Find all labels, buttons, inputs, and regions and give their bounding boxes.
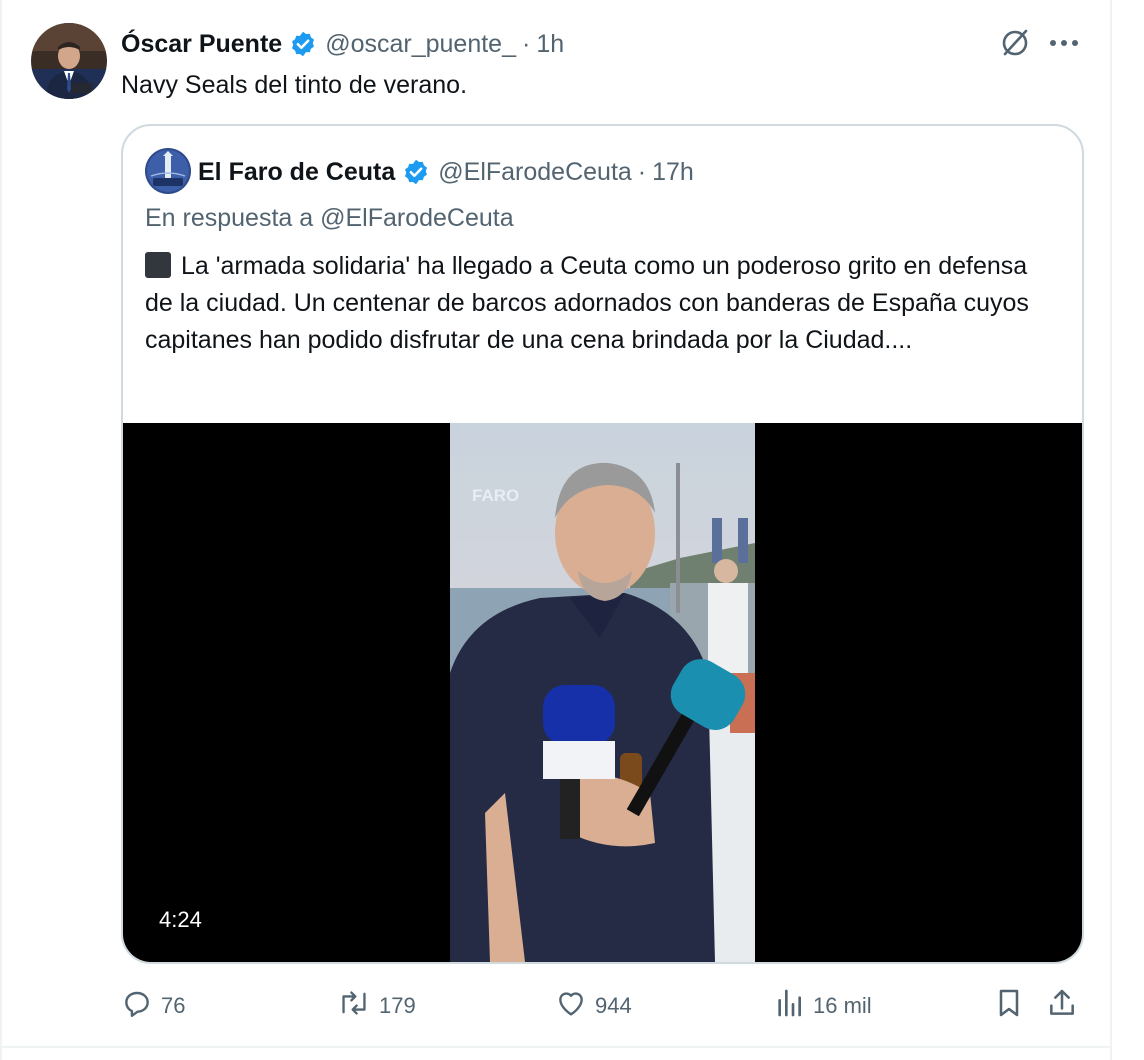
repost-count: 179 bbox=[379, 993, 416, 1018]
quoted-author-name[interactable]: El Faro de Ceuta bbox=[198, 158, 395, 187]
verified-badge-icon bbox=[289, 30, 317, 58]
bookmark-button[interactable] bbox=[993, 985, 1025, 1027]
quoted-author-handle[interactable]: @ElFarodeCeuta bbox=[438, 158, 632, 187]
tweet-divider bbox=[0, 1046, 1112, 1048]
author-name[interactable]: Óscar Puente bbox=[121, 30, 282, 59]
tweet-timestamp[interactable]: 1h bbox=[536, 30, 564, 59]
reply-icon bbox=[121, 987, 153, 1025]
views-button[interactable]: 16 mil bbox=[773, 985, 872, 1027]
verified-badge-icon bbox=[402, 158, 430, 186]
tweet-action-bar: 76 179 944 16 mil bbox=[121, 985, 1086, 1027]
like-button[interactable]: 944 bbox=[555, 985, 632, 1027]
timeline-border-right bbox=[1110, 0, 1112, 1060]
black-square-icon bbox=[145, 252, 171, 278]
author-handle[interactable]: @oscar_puente_ bbox=[325, 30, 516, 59]
reply-context[interactable]: En respuesta a @ElFarodeCeuta bbox=[145, 204, 514, 233]
share-icon bbox=[1046, 987, 1078, 1025]
quoted-tweet-header: El Faro de Ceuta @ElFarodeCeuta · 17h bbox=[198, 154, 694, 190]
quoted-tweet-card[interactable]: El Faro de Ceuta @ElFarodeCeuta · 17h En… bbox=[121, 124, 1084, 964]
video-thumbnail: FARO bbox=[450, 423, 755, 962]
quoted-author-avatar[interactable] bbox=[145, 148, 191, 194]
reply-button[interactable]: 76 bbox=[121, 985, 185, 1027]
tweet-text: Navy Seals del tinto de verano. bbox=[121, 71, 468, 99]
views-icon bbox=[773, 987, 805, 1025]
repost-button[interactable]: 179 bbox=[337, 985, 416, 1027]
timeline-border-left bbox=[0, 0, 2, 1060]
author-avatar[interactable] bbox=[31, 23, 107, 99]
video-player[interactable]: FARO 4:24 bbox=[123, 423, 1082, 962]
tweet-header: Óscar Puente @oscar_puente_ · 1h bbox=[121, 26, 564, 62]
quoted-tweet-text-block: La 'armada solidaria' ha llegado a Ceuta… bbox=[145, 248, 1060, 359]
like-count: 944 bbox=[595, 993, 632, 1018]
repost-icon bbox=[337, 987, 371, 1025]
grok-icon[interactable] bbox=[996, 24, 1034, 62]
quoted-tweet-timestamp[interactable]: 17h bbox=[652, 158, 694, 187]
views-count: 16 mil bbox=[813, 993, 872, 1018]
header-separator: · bbox=[521, 29, 531, 58]
like-icon bbox=[555, 987, 587, 1025]
more-icon[interactable] bbox=[1044, 24, 1084, 62]
reply-count: 76 bbox=[161, 993, 186, 1018]
bookmark-icon bbox=[993, 987, 1025, 1025]
share-button[interactable] bbox=[1046, 985, 1078, 1027]
video-duration: 4:24 bbox=[159, 907, 202, 932]
video-watermark: FARO bbox=[472, 486, 519, 505]
quoted-tweet-text: La 'armada solidaria' ha llegado a Ceuta… bbox=[145, 252, 1029, 354]
quoted-header-separator: · bbox=[637, 157, 647, 186]
